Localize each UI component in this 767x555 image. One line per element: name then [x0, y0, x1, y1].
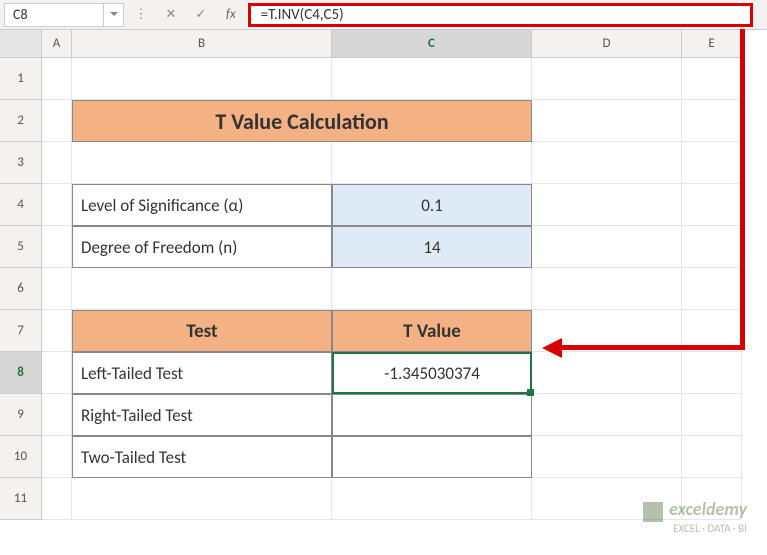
grid-body: T Value Calculation Level of Significanc… [42, 58, 767, 520]
cell-D9[interactable] [532, 394, 682, 436]
cell-A3[interactable] [42, 142, 72, 184]
cell-A9[interactable] [42, 394, 72, 436]
cell-E1[interactable] [682, 58, 742, 100]
col-header-C[interactable]: C [332, 30, 532, 58]
row-header-3[interactable]: 3 [0, 142, 42, 184]
annotation-arrow-horizontal [560, 345, 745, 350]
name-box[interactable]: C8 [4, 3, 104, 27]
spreadsheet-grid: 1 2 3 4 5 6 7 8 9 10 11 A B C D E [0, 30, 767, 520]
table-row: T Value Calculation [42, 100, 767, 142]
cell-A7[interactable] [42, 310, 72, 352]
annotation-arrow-head [542, 338, 562, 358]
enter-icon[interactable]: ✓ [192, 7, 210, 22]
name-box-dropdown[interactable] [104, 3, 124, 27]
cell-D3[interactable] [532, 142, 682, 184]
cell-B6[interactable] [72, 268, 332, 310]
cell-A6[interactable] [42, 268, 72, 310]
param-alpha-label[interactable]: Level of Significance (α) [72, 184, 332, 226]
cell-D5[interactable] [532, 226, 682, 268]
table-row: Level of Significance (α) 0.1 [42, 184, 767, 226]
param-df-label[interactable]: Degree of Freedom (n) [72, 226, 332, 268]
watermark-title: exceldemy [669, 498, 747, 520]
cell-A1[interactable] [42, 58, 72, 100]
watermark-subtitle: EXCEL · DATA · BI [643, 522, 747, 535]
cell-A11[interactable] [42, 478, 72, 520]
cell-E8[interactable] [682, 352, 742, 394]
cell-A5[interactable] [42, 226, 72, 268]
param-alpha-value[interactable]: 0.1 [332, 184, 532, 226]
cell-A10[interactable] [42, 436, 72, 478]
cell-C11[interactable] [332, 478, 532, 520]
row-header-5[interactable]: 5 [0, 226, 42, 268]
title-cell[interactable]: T Value Calculation [72, 100, 532, 142]
col-header-E[interactable]: E [682, 30, 742, 58]
cell-E5[interactable] [682, 226, 742, 268]
column-headers: A B C D E [42, 30, 767, 58]
cell-D2[interactable] [532, 100, 682, 142]
table-row [42, 58, 767, 100]
col-header-D[interactable]: D [532, 30, 682, 58]
select-all-corner[interactable] [0, 30, 42, 58]
row-header-8[interactable]: 8 [0, 352, 42, 394]
cell-B3[interactable] [72, 142, 332, 184]
table-row [42, 268, 767, 310]
cell-D6[interactable] [532, 268, 682, 310]
cell-D10[interactable] [532, 436, 682, 478]
test-right-tailed-value[interactable] [332, 394, 532, 436]
test-two-tailed-label[interactable]: Two-Tailed Test [72, 436, 332, 478]
row-header-11[interactable]: 11 [0, 478, 42, 520]
row-header-7[interactable]: 7 [0, 310, 42, 352]
test-header[interactable]: Test [72, 310, 332, 352]
test-left-tailed-value[interactable]: -1.345030374 [332, 352, 532, 394]
row-header-4[interactable]: 4 [0, 184, 42, 226]
col-header-B[interactable]: B [72, 30, 332, 58]
watermark: exceldemy EXCEL · DATA · BI [643, 498, 747, 535]
cell-A4[interactable] [42, 184, 72, 226]
grid-main: A B C D E T Value Calculation [42, 30, 767, 520]
row-header-10[interactable]: 10 [0, 436, 42, 478]
cell-C3[interactable] [332, 142, 532, 184]
cell-E3[interactable] [682, 142, 742, 184]
cell-D8[interactable] [532, 352, 682, 394]
chevron-down-icon [110, 12, 118, 17]
param-df-value[interactable]: 14 [332, 226, 532, 268]
cell-A2[interactable] [42, 100, 72, 142]
test-right-tailed-label[interactable]: Right-Tailed Test [72, 394, 332, 436]
cell-E6[interactable] [682, 268, 742, 310]
test-left-tailed-label[interactable]: Left-Tailed Test [72, 352, 332, 394]
formula-bar-icons: ⋮ ✕ ✓ fx [124, 7, 248, 22]
table-row: Right-Tailed Test [42, 394, 767, 436]
cell-C6[interactable] [332, 268, 532, 310]
col-header-A[interactable]: A [42, 30, 72, 58]
table-row: Degree of Freedom (n) 14 [42, 226, 767, 268]
cancel-icon[interactable]: ✕ [162, 7, 180, 22]
table-row [42, 142, 767, 184]
cell-E4[interactable] [682, 184, 742, 226]
row-header-2[interactable]: 2 [0, 100, 42, 142]
row-header-9[interactable]: 9 [0, 394, 42, 436]
formula-input[interactable]: =T.INV(C4,C5) [248, 3, 753, 27]
cell-D4[interactable] [532, 184, 682, 226]
formula-bar: C8 ⋮ ✕ ✓ fx =T.INV(C4,C5) [0, 0, 767, 30]
cell-B1[interactable] [72, 58, 332, 100]
annotation-arrow-vertical [740, 29, 745, 347]
row-headers: 1 2 3 4 5 6 7 8 9 10 11 [0, 30, 42, 520]
cell-D1[interactable] [532, 58, 682, 100]
fx-icon[interactable]: fx [222, 7, 240, 22]
table-row: Two-Tailed Test [42, 436, 767, 478]
cell-E9[interactable] [682, 394, 742, 436]
watermark-icon [643, 502, 663, 522]
cell-E10[interactable] [682, 436, 742, 478]
table-row: Left-Tailed Test -1.345030374 [42, 352, 767, 394]
test-two-tailed-value[interactable] [332, 436, 532, 478]
cell-E2[interactable] [682, 100, 742, 142]
cell-A8[interactable] [42, 352, 72, 394]
cell-B11[interactable] [72, 478, 332, 520]
row-header-6[interactable]: 6 [0, 268, 42, 310]
tvalue-header[interactable]: T Value [332, 310, 532, 352]
cell-C1[interactable] [332, 58, 532, 100]
divider-icon: ⋮ [132, 7, 150, 22]
row-header-1[interactable]: 1 [0, 58, 42, 100]
